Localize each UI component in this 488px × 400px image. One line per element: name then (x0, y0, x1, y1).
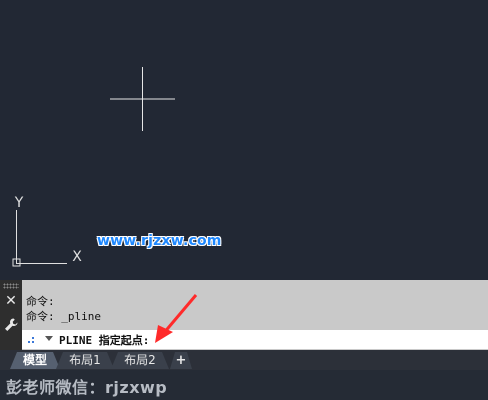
ucs-icon: Y X (12, 195, 82, 267)
ucs-x-label: X (72, 249, 82, 265)
command-line-handle[interactable]: ✕ (0, 280, 22, 350)
tab-label: 模型 (22, 353, 47, 367)
status-area: 彭老师微信：rjzxwp (0, 370, 488, 400)
command-prompt[interactable]: PLINE 指定起点: (59, 332, 149, 348)
website-watermark: www.rjzxw.com (97, 233, 222, 249)
layout-tab-bar: 模型 布局1 布局2 + (0, 350, 488, 370)
close-icon[interactable]: ✕ (4, 294, 18, 308)
tab-layout1[interactable]: 布局1 (56, 352, 114, 369)
command-history: 命令: 命令: _pline (26, 294, 481, 324)
history-line: 命令: (26, 295, 55, 308)
grip-icon[interactable] (3, 283, 19, 289)
tab-label: 布局1 (69, 353, 101, 367)
tab-layout2[interactable]: 布局2 (111, 352, 169, 369)
tab-model[interactable]: 模型 (10, 352, 60, 369)
history-line: 命令: _pline (26, 310, 101, 323)
drawing-canvas[interactable]: Y X www.rjzxw.com (0, 0, 488, 280)
wrench-icon[interactable] (3, 317, 19, 333)
add-layout-button[interactable]: + (170, 352, 192, 369)
ucs-y-label: Y (14, 195, 24, 211)
chevron-down-icon[interactable] (45, 334, 53, 342)
tab-label: 布局2 (124, 353, 156, 367)
dots-icon[interactable] (27, 333, 39, 345)
contact-watermark: 彭老师微信：rjzxwp (6, 378, 168, 397)
add-layout-label: + (175, 353, 187, 368)
command-input[interactable]: PLINE 指定起点: (22, 330, 488, 349)
